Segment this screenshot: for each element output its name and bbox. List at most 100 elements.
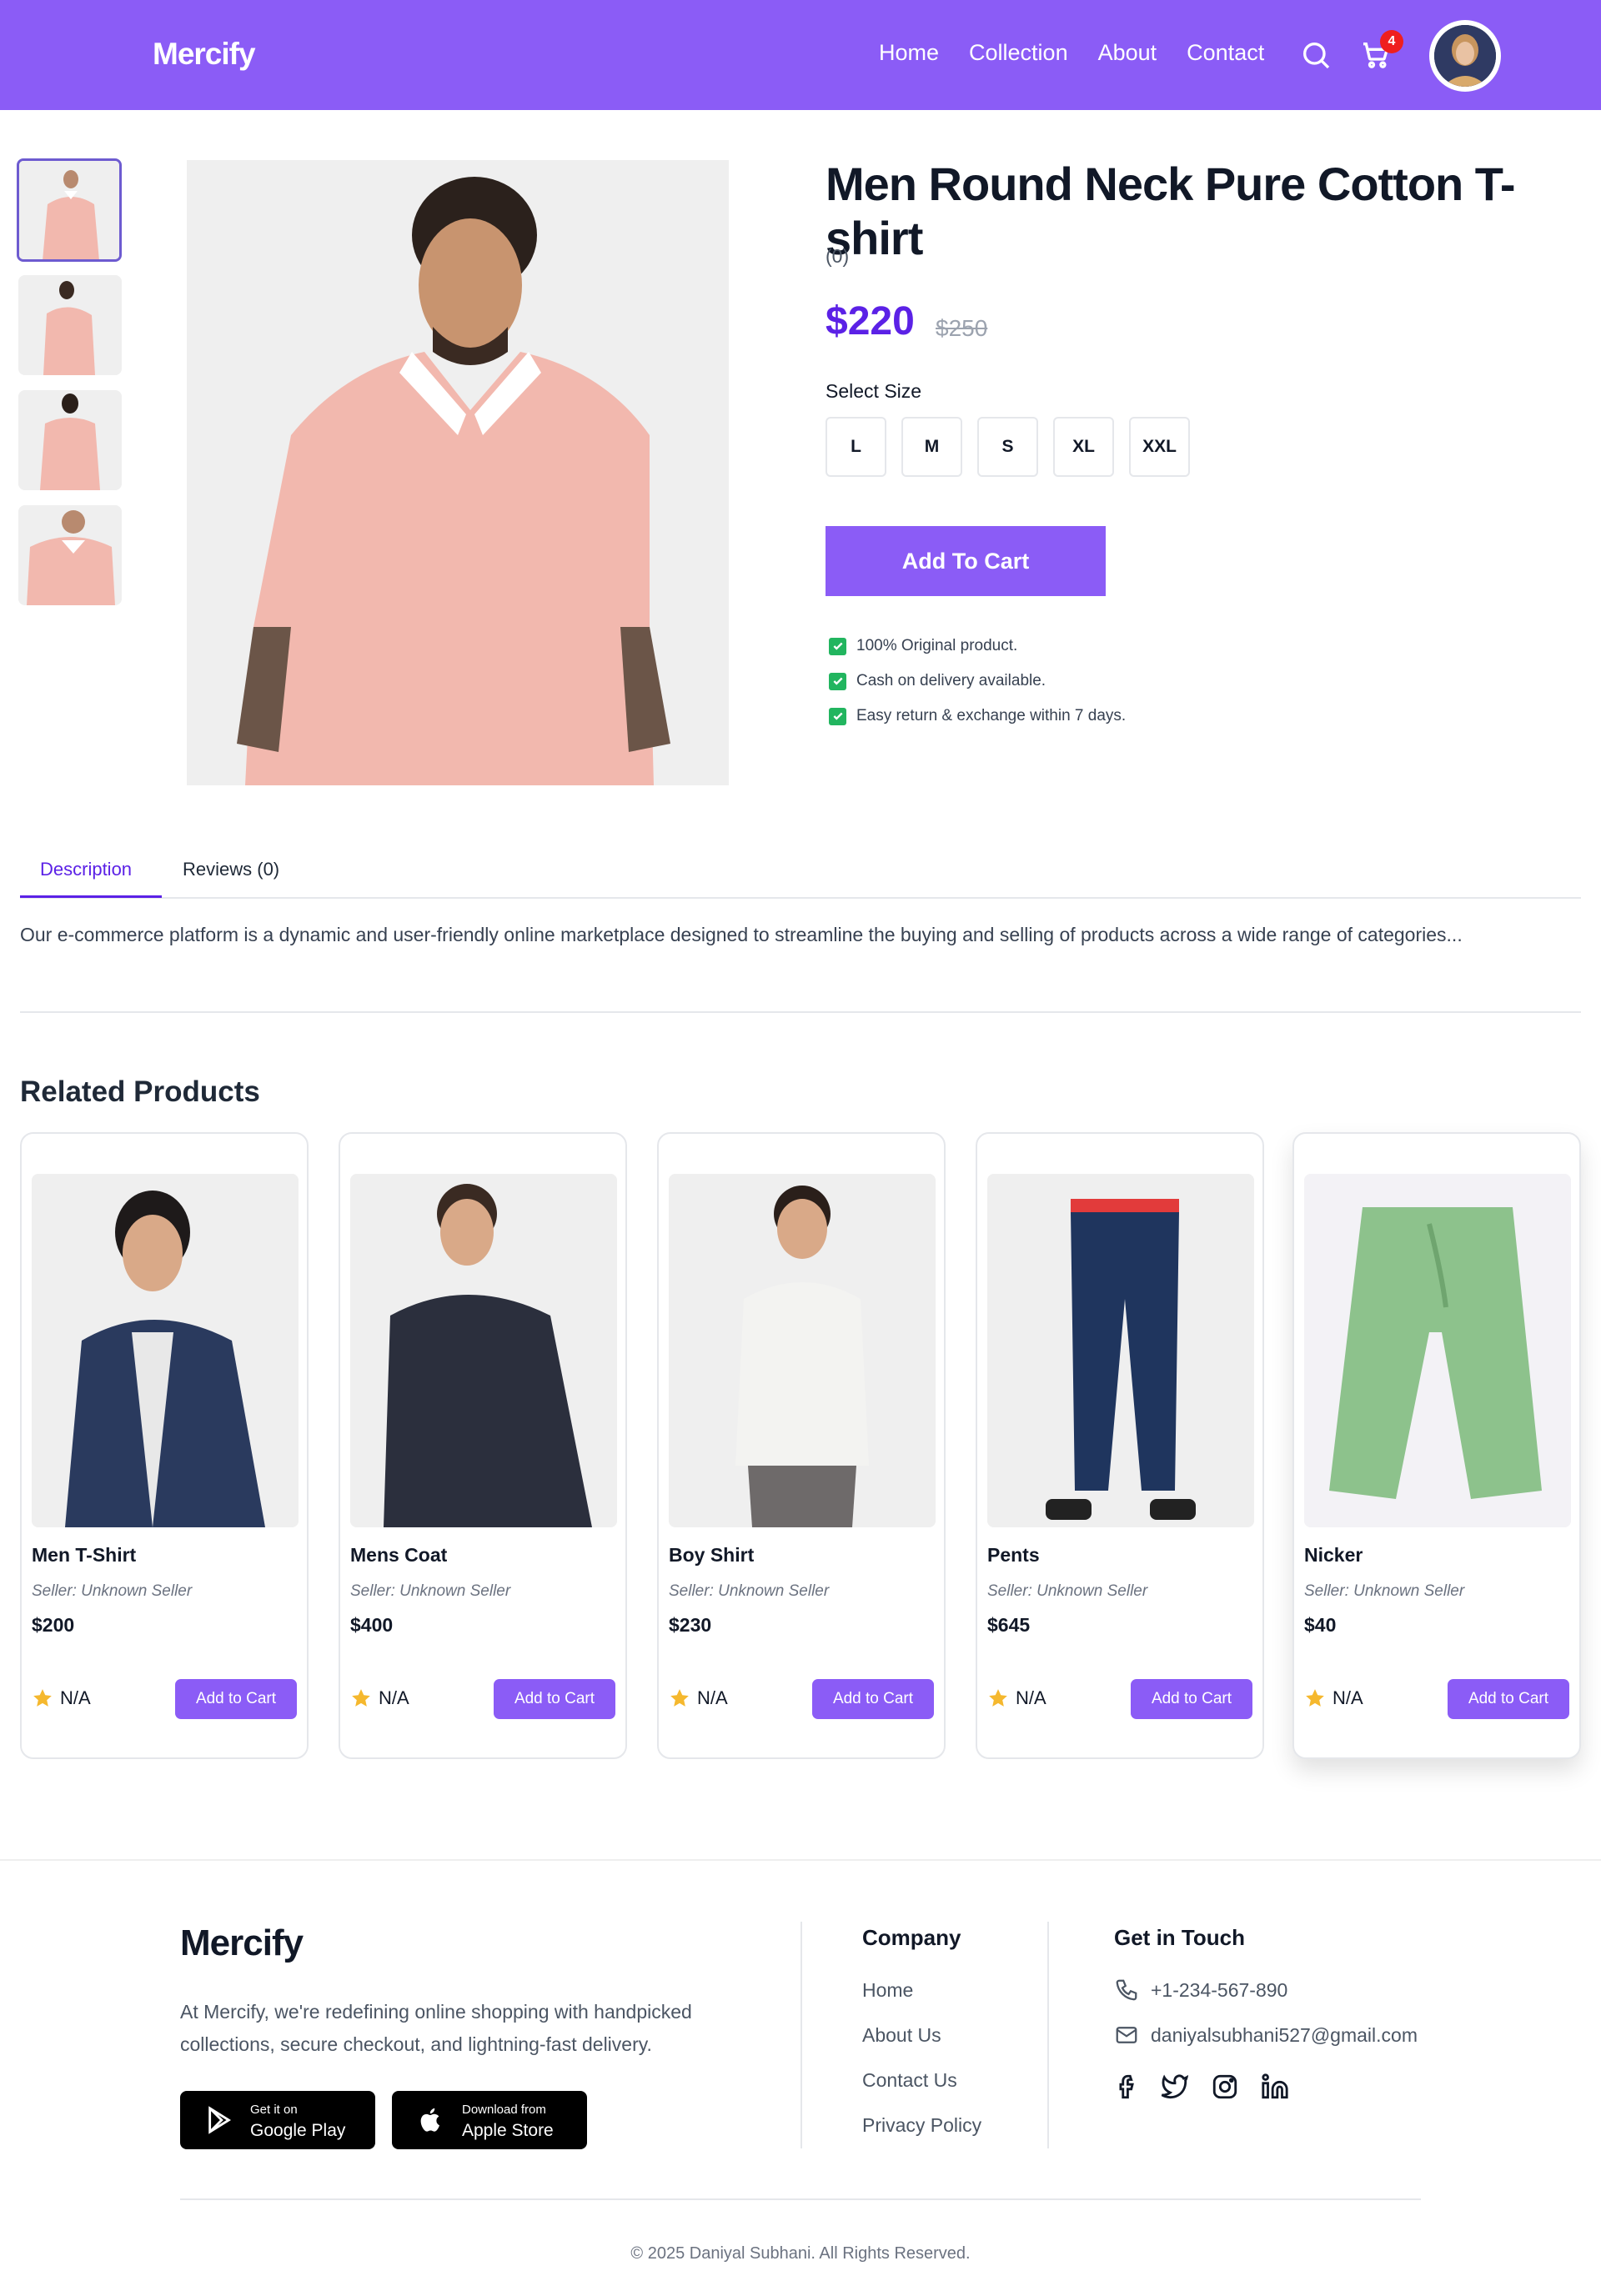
product-card-image[interactable] [669,1174,936,1527]
footer-bottom-divider [180,2198,1421,2200]
thumbnail-1[interactable] [17,158,122,262]
feature-text: 100% Original product. [856,637,1018,654]
rating-value: N/A [1016,1687,1046,1708]
product-price: $220 [826,299,915,343]
card-add-to-cart-button[interactable]: Add to Cart [1448,1679,1569,1719]
footer-link-home[interactable]: Home [862,1979,913,2002]
apple-icon [420,2108,440,2132]
main-nav: Home Collection About Contact [879,40,1264,66]
apple-store-small-text: Download from [462,2103,546,2117]
product-card-rating: N/A [1304,1687,1363,1709]
product-main-image [187,160,729,785]
twitter-icon[interactable] [1161,2073,1189,2101]
apple-store-large-text: Apple Store [462,2121,554,2140]
google-play-small-text: Get it on [250,2103,298,2117]
product-card-price: $400 [350,1614,394,1636]
cart-count-badge: 4 [1380,30,1403,53]
card-add-to-cart-button[interactable]: Add to Cart [175,1679,297,1719]
rating-value: N/A [1332,1687,1363,1708]
linkedin-icon[interactable] [1261,2073,1289,2101]
thumbnail-3[interactable] [18,390,122,490]
feature-item: 100% Original product. [829,629,1126,664]
feature-text: Easy return & exchange within 7 days. [856,707,1127,724]
footer-logo[interactable]: Mercify [180,1923,304,1964]
tab-description[interactable]: Description [40,859,132,880]
product-card-name[interactable]: Nicker [1304,1544,1363,1567]
product-card[interactable]: Men T-Shirt Seller: Unknown Seller $200 … [20,1132,309,1759]
product-card-seller: Seller: Unknown Seller [669,1582,830,1600]
nav-contact[interactable]: Contact [1187,40,1264,66]
footer-link-about[interactable]: About Us [862,2024,941,2047]
nav-home[interactable]: Home [879,40,939,66]
nav-collection[interactable]: Collection [969,40,1068,66]
logo[interactable]: Mercify [153,37,256,72]
feature-list: 100% Original product. Cash on delivery … [829,629,1126,734]
product-card-image[interactable] [987,1174,1254,1527]
nav-about[interactable]: About [1098,40,1157,66]
product-tabs: Description Reviews (0) [20,842,1581,899]
product-old-price: $250 [936,315,988,341]
product-card-rating: N/A [987,1687,1046,1709]
footer-link-privacy[interactable]: Privacy Policy [862,2114,981,2137]
footer-email[interactable]: daniyalsubhani527@gmail.com [1114,2023,1418,2048]
product-card[interactable]: Mens Coat Seller: Unknown Seller $400 N/… [339,1132,627,1759]
card-add-to-cart-button[interactable]: Add to Cart [494,1679,615,1719]
card-add-to-cart-button[interactable]: Add to Cart [1131,1679,1252,1719]
product-card-name[interactable]: Boy Shirt [669,1544,754,1567]
facebook-icon[interactable] [1112,2073,1141,2101]
product-card-seller: Seller: Unknown Seller [32,1582,193,1600]
product-card-seller: Seller: Unknown Seller [1304,1582,1465,1600]
product-card-name[interactable]: Pents [987,1544,1040,1567]
google-play-large-text: Google Play [250,2121,346,2140]
feature-text: Cash on delivery available. [856,672,1046,689]
product-card[interactable]: Pents Seller: Unknown Seller $645 N/A Ad… [976,1132,1264,1759]
avatar[interactable] [1429,20,1501,92]
product-rating: (0) [826,245,850,267]
product-card-image[interactable] [32,1174,299,1527]
product-card-price: $200 [32,1614,75,1636]
apple-store-button[interactable]: Download from Apple Store [392,2091,587,2149]
size-option-l[interactable]: L [826,417,886,477]
thumbnail-4[interactable] [18,505,122,605]
feature-item: Easy return & exchange within 7 days. [829,699,1126,734]
check-icon [829,637,846,655]
tab-reviews[interactable]: Reviews (0) [183,859,279,880]
size-option-s[interactable]: S [977,417,1038,477]
product-card-price: $40 [1304,1614,1337,1636]
product-card-image[interactable] [350,1174,617,1527]
top-navbar: Mercify Home Collection About Contact 4 [0,0,1601,110]
product-card[interactable]: Nicker Seller: Unknown Seller $40 N/A Ad… [1292,1132,1581,1759]
product-title: Men Round Neck Pure Cotton T-shirt [826,158,1516,264]
copyright-text: © 2025 Daniyal Subhani. All Rights Reser… [630,2244,971,2263]
star-icon [33,1689,52,1707]
phone-text: +1-234-567-890 [1151,1978,1288,2001]
size-option-xxl[interactable]: XXL [1129,417,1190,477]
google-play-button[interactable]: Get it on Google Play [180,2091,375,2149]
product-card-seller: Seller: Unknown Seller [987,1582,1148,1600]
product-card-name[interactable]: Mens Coat [350,1544,447,1567]
footer-column-divider [1047,1922,1049,2148]
search-icon[interactable] [1299,38,1332,72]
footer-link-contact[interactable]: Contact Us [862,2069,957,2092]
footer-company-heading: Company [862,1925,961,1950]
product-card-price: $645 [987,1614,1031,1636]
size-label: Select Size [826,380,922,402]
section-divider [20,1011,1581,1013]
product-card[interactable]: Boy Shirt Seller: Unknown Seller $230 N/… [657,1132,946,1759]
size-options: L M S XL XXL [826,417,1190,477]
thumbnail-2[interactable] [18,275,122,375]
product-card-image[interactable] [1304,1174,1571,1527]
feature-item: Cash on delivery available. [829,664,1126,699]
add-to-cart-button[interactable]: Add To Cart [826,526,1106,596]
card-add-to-cart-button[interactable]: Add to Cart [812,1679,934,1719]
size-option-m[interactable]: M [901,417,962,477]
instagram-icon[interactable] [1211,2073,1239,2101]
product-card-price: $230 [669,1614,712,1636]
active-tab-indicator [20,895,162,898]
footer-phone[interactable]: +1-234-567-890 [1114,1978,1287,2003]
product-card-rating: N/A [350,1687,409,1709]
product-card-name[interactable]: Men T-Shirt [32,1544,136,1567]
size-option-xl[interactable]: XL [1053,417,1114,477]
product-card-rating: N/A [669,1687,728,1709]
email-text: daniyalsubhani527@gmail.com [1151,2023,1418,2046]
